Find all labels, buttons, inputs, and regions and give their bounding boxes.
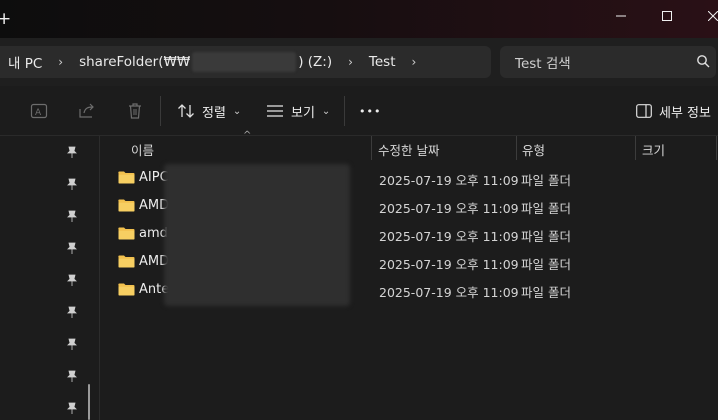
details-pane-label: 세부 정보: [659, 105, 711, 121]
chevron-right-icon[interactable]: ›: [58, 55, 63, 69]
file-type: 파일 폴더: [521, 229, 571, 244]
sort-label: 정렬: [202, 105, 226, 121]
breadcrumb[interactable]: 내 PC › shareFolder(₩₩ ) (Z:) › Test ›: [0, 46, 491, 78]
view-icon: [267, 105, 283, 117]
column-divider[interactable]: [516, 136, 517, 160]
column-header-type[interactable]: 유형: [522, 136, 634, 162]
address-bar-row: 내 PC › shareFolder(₩₩ ) (Z:) › Test › Tes…: [0, 38, 718, 86]
breadcrumb-share-folder[interactable]: shareFolder(₩₩ ) (Z:): [79, 52, 332, 72]
sort-button[interactable]: 정렬 ⌄: [177, 86, 241, 136]
file-modified: 2025-07-19 오후 11:09: [379, 229, 519, 244]
chevron-down-icon: ⌄: [321, 105, 331, 117]
new-tab-button[interactable]: +: [0, 9, 11, 29]
column-divider[interactable]: [716, 136, 717, 160]
pin-icon[interactable]: [65, 401, 79, 415]
more-options-button[interactable]: •••: [359, 86, 381, 136]
column-header-size[interactable]: 크기: [642, 136, 716, 162]
svg-text:A: A: [35, 108, 42, 118]
pin-icon[interactable]: [65, 241, 79, 255]
redacted-region: [192, 52, 297, 72]
search-box[interactable]: Test 검색: [500, 46, 716, 78]
search-icon[interactable]: [696, 54, 710, 68]
delete-icon[interactable]: [125, 101, 145, 121]
pin-icon[interactable]: [65, 369, 79, 383]
toolbar-divider: [160, 96, 161, 126]
file-modified: 2025-07-19 오후 11:09: [379, 173, 519, 188]
close-button[interactable]: [690, 0, 718, 32]
scrollbar-thumb[interactable]: [88, 384, 90, 420]
column-header-modified[interactable]: 수정한 날짜: [378, 136, 516, 162]
chevron-right-icon[interactable]: ›: [412, 55, 417, 69]
minimize-icon: [616, 15, 626, 17]
file-type: 파일 폴더: [521, 201, 571, 216]
pin-icon[interactable]: [65, 337, 79, 351]
column-divider[interactable]: [635, 136, 636, 160]
file-type: 파일 폴더: [521, 285, 571, 300]
pin-icon[interactable]: [65, 145, 79, 159]
breadcrumb-test[interactable]: Test: [369, 54, 396, 70]
folder-icon: [118, 255, 135, 268]
search-placeholder: Test 검색: [515, 56, 571, 72]
folder-icon: [118, 283, 135, 296]
sort-icon: [178, 104, 194, 118]
details-pane-icon: [636, 104, 652, 118]
pin-icon[interactable]: [65, 209, 79, 223]
close-icon: [708, 11, 718, 21]
view-label: 보기: [291, 105, 315, 121]
file-type: 파일 폴더: [521, 173, 571, 188]
minimize-button[interactable]: [598, 0, 644, 32]
column-header-name[interactable]: 이름: [131, 136, 371, 162]
column-header-size-label: 크기: [642, 142, 666, 158]
maximize-icon: [662, 11, 672, 21]
column-header-modified-label: 수정한 날짜: [378, 142, 440, 158]
breadcrumb-share-folder-suffix: ) (Z:): [298, 54, 333, 70]
breadcrumb-share-folder-prefix: shareFolder(₩₩: [79, 54, 191, 70]
file-modified: 2025-07-19 오후 11:09: [379, 201, 519, 216]
redacted-region: [164, 164, 350, 306]
file-type: 파일 폴더: [521, 257, 571, 272]
title-bar: +: [0, 0, 718, 38]
column-header-name-label: 이름: [131, 142, 155, 158]
details-pane-button[interactable]: 세부 정보: [636, 86, 711, 136]
column-divider[interactable]: [371, 136, 372, 160]
file-modified: 2025-07-19 오후 11:09: [379, 285, 519, 300]
share-icon[interactable]: [77, 101, 97, 121]
toolbar-divider: [344, 96, 345, 126]
folder-icon: [118, 227, 135, 240]
pin-icon[interactable]: [65, 177, 79, 191]
chevron-down-icon: ⌄: [232, 105, 242, 117]
maximize-button[interactable]: [644, 0, 690, 32]
view-button[interactable]: 보기 ⌄: [266, 86, 330, 136]
file-list: ^ 이름 수정한 날짜 유형 크기 AIPC 2025-07-19 오후 11:…: [101, 130, 718, 420]
pin-icon[interactable]: [65, 305, 79, 319]
file-modified: 2025-07-19 오후 11:09: [379, 257, 519, 272]
navigation-pane: [0, 136, 100, 420]
command-bar: A 정렬 ⌄ 보기 ⌄ ••• 세부 정보: [0, 86, 718, 136]
folder-icon: [118, 171, 135, 184]
pin-icon[interactable]: [65, 273, 79, 287]
chevron-right-icon[interactable]: ›: [348, 55, 353, 69]
column-header-type-label: 유형: [522, 142, 546, 158]
breadcrumb-this-pc[interactable]: 내 PC: [8, 52, 42, 72]
folder-icon: [118, 199, 135, 212]
rename-icon[interactable]: A: [29, 101, 49, 121]
